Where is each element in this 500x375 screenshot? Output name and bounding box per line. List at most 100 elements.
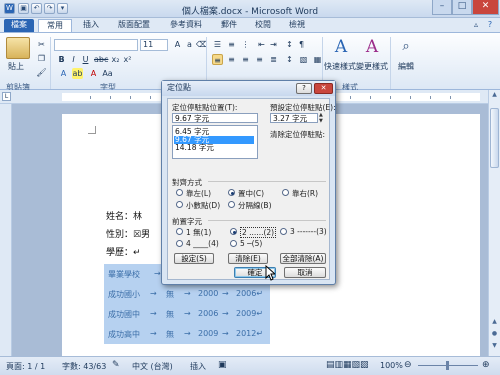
tab-review[interactable]: 校閱 [248, 19, 278, 32]
align-center-radio[interactable] [228, 189, 235, 196]
sex-line[interactable]: 性別：☒男 [106, 227, 150, 240]
text-effects-icon[interactable]: A [58, 68, 69, 79]
clear-all-button[interactable]: 全部清除(A) [280, 253, 326, 264]
strikethrough-icon[interactable]: abc [94, 54, 108, 65]
align-left-icon[interactable]: ≡ [212, 54, 223, 65]
set-button[interactable]: 設定(S) [174, 253, 214, 264]
leader-dash-label[interactable]: 3 -------(3) [290, 227, 327, 236]
justify-icon[interactable]: ≡ [254, 54, 265, 65]
proofing-icon[interactable]: ✎ [112, 360, 120, 370]
next-page-icon[interactable]: ▼ [490, 342, 499, 351]
distributed-icon[interactable]: ≣ [268, 54, 279, 65]
insert-mode[interactable]: 插入 [190, 361, 206, 372]
tab-home[interactable]: 常用 [38, 19, 72, 32]
align-right-radio[interactable] [282, 189, 289, 196]
dialog-help-button[interactable]: ? [296, 83, 312, 94]
decrease-indent-icon[interactable]: ⇤ [256, 39, 267, 50]
spin-down-icon[interactable]: ▼ [319, 118, 323, 124]
page-count[interactable]: 頁面: 1 / 1 [6, 361, 45, 372]
tab-selector-icon[interactable]: L [2, 92, 11, 101]
table-row[interactable]: 成功高中 → 無 → 2009 → 2012↵ [104, 324, 270, 344]
tab-view[interactable]: 檢視 [282, 19, 312, 32]
tab-insert[interactable]: 插入 [76, 19, 106, 32]
prev-page-icon[interactable]: ▲ [490, 318, 499, 327]
sort-icon[interactable]: ↕ [284, 39, 295, 50]
align-right-icon[interactable]: ≡ [240, 54, 251, 65]
align-left-radio[interactable] [176, 189, 183, 196]
cancel-button[interactable]: 取消 [284, 267, 326, 278]
copy-icon[interactable]: ❐ [36, 53, 47, 64]
tab-file[interactable]: 檔案 [4, 19, 34, 32]
paste-label[interactable]: 貼上 [8, 61, 24, 72]
leader-underline-radio[interactable] [176, 240, 183, 247]
align-left-label[interactable]: 靠左(L) [186, 188, 211, 199]
minimize-ribbon-icon[interactable]: ▵ [470, 19, 482, 32]
macro-icon[interactable]: ▣ [218, 360, 227, 370]
word-count[interactable]: 字數: 43/63 [62, 361, 106, 372]
italic-icon[interactable]: I [68, 54, 79, 65]
leader-dash-radio[interactable] [280, 228, 287, 235]
quick-styles-icon[interactable]: A [332, 37, 350, 59]
align-center-label[interactable]: 置中(C) [238, 188, 264, 199]
superscript-icon[interactable]: x² [122, 54, 133, 65]
default-tab-input[interactable]: 3.27 字元 [270, 113, 318, 123]
paste-icon[interactable] [6, 37, 30, 59]
vertical-scrollbar[interactable]: ▲ ▲ ● ▼ [488, 90, 500, 356]
zoom-in-icon[interactable]: ⊕ [482, 360, 490, 370]
leader-none-label[interactable]: 1 無(1) [186, 227, 211, 238]
tab-layout[interactable]: 版面配置 [110, 19, 158, 32]
dialog-close-button[interactable]: ✕ [314, 83, 333, 94]
numbering-icon[interactable]: ≡ [226, 39, 237, 50]
browse-object-icon[interactable]: ● [490, 330, 499, 339]
tab-position-input[interactable]: 9.67 字元 [172, 113, 258, 123]
format-painter-icon[interactable]: 🖌 [36, 67, 47, 78]
leader-line-radio[interactable] [230, 240, 237, 247]
font-name-combo[interactable] [54, 39, 138, 51]
highlight-icon[interactable]: ab [72, 68, 83, 79]
education-line[interactable]: 學歷：↵ [106, 245, 141, 258]
line-spacing-icon[interactable]: ↕ [284, 54, 295, 65]
align-center-icon[interactable]: ≡ [226, 54, 237, 65]
clear-button[interactable]: 清除(E) [228, 253, 268, 264]
align-decimal-label[interactable]: 小數點(D) [186, 200, 220, 211]
leader-underline-label[interactable]: 4 ____(4) [186, 239, 219, 248]
vertical-ruler[interactable] [0, 104, 12, 356]
font-color-icon[interactable]: A [88, 68, 99, 79]
change-case-icon[interactable]: Aa [102, 68, 113, 79]
edit-label[interactable]: 編輯 [398, 61, 414, 72]
close-button[interactable]: ✕ [472, 0, 499, 15]
multilevel-list-icon[interactable]: ⋮ [240, 39, 251, 50]
leader-line-label[interactable]: 5 ─(5) [240, 239, 262, 248]
align-right-label[interactable]: 靠右(R) [292, 188, 318, 199]
scroll-thumb[interactable] [490, 108, 499, 168]
name-line[interactable]: 姓名：林 [106, 209, 142, 222]
bullets-icon[interactable]: ☰ [212, 39, 223, 50]
language[interactable]: 中文 (台灣) [132, 361, 173, 372]
grow-font-icon[interactable]: A [172, 39, 183, 50]
leader-dots-radio[interactable] [230, 228, 237, 235]
list-item[interactable]: 14.18 字元 [174, 144, 254, 152]
zoom-level[interactable]: 100% [380, 361, 403, 370]
show-marks-icon[interactable]: ¶ [296, 39, 307, 50]
zoom-out-icon[interactable]: ⊖ [404, 360, 412, 370]
quick-styles-label[interactable]: 快速樣式 [324, 61, 356, 72]
subscript-icon[interactable]: x₂ [110, 54, 121, 65]
maximize-button[interactable]: □ [452, 0, 472, 15]
change-styles-label[interactable]: 變更樣式 [356, 61, 388, 72]
find-icon[interactable]: ⌕ [398, 39, 414, 57]
table-row[interactable]: 成功國中 → 無 → 2006 → 2009↵ [104, 304, 270, 324]
align-decimal-radio[interactable] [176, 201, 183, 208]
align-bar-radio[interactable] [228, 201, 235, 208]
tab-references[interactable]: 參考資料 [162, 19, 210, 32]
underline-icon[interactable]: U [80, 54, 91, 65]
table-row[interactable]: 成功國小 → 無 → 2000 → 2006↵ [104, 284, 270, 304]
cut-icon[interactable]: ✂ [36, 39, 47, 50]
help-icon[interactable]: ? [484, 19, 496, 32]
change-styles-icon[interactable]: A [362, 37, 382, 59]
tab-stops-list[interactable]: 6.45 字元 9.67 字元 14.18 字元 [172, 125, 258, 159]
shading-icon[interactable]: ▧ [298, 54, 309, 65]
tab-mailings[interactable]: 郵件 [214, 19, 244, 32]
shrink-font-icon[interactable]: a [184, 39, 195, 50]
align-bar-label[interactable]: 分隔線(B) [238, 200, 272, 211]
scroll-up-icon[interactable]: ▲ [490, 91, 499, 100]
